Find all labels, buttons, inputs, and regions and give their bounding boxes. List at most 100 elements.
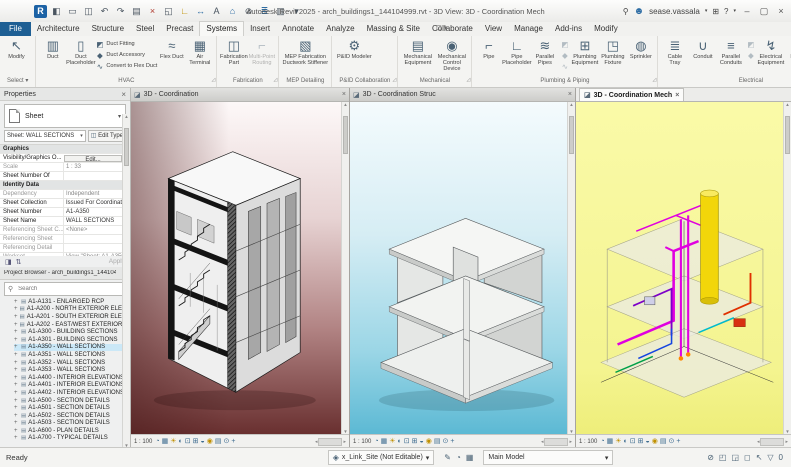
crop-view-icon[interactable]: ⊡ <box>404 436 410 448</box>
worksharing-display-icon[interactable]: ⊙ <box>668 436 674 448</box>
minimize-button[interactable]: – <box>741 6 753 16</box>
tool-parallel-conduits[interactable]: ≡ Parallel Conduits <box>717 38 744 66</box>
select-by-face-icon[interactable]: ◻ <box>744 453 751 462</box>
detail-level-icon[interactable]: ▦ <box>381 436 388 448</box>
expand-icon[interactable]: + <box>14 413 19 419</box>
properties-help-icon[interactable]: ◨ <box>5 258 12 266</box>
tool-duct-accessory[interactable]: ◆ Duct Accessory <box>95 50 157 60</box>
tool-device[interactable]: ◎ Device ▾ <box>785 38 791 65</box>
design-option-select[interactable]: Main Model ▾ <box>483 450 614 465</box>
temporary-hide-icon[interactable]: ◒ <box>200 436 204 448</box>
constraints-icon[interactable]: + <box>676 436 680 448</box>
sheet-tree-item[interactable]: + ▤ A1-A300 - BUILDING SECTIONS <box>14 328 130 336</box>
toggle-order-icon[interactable]: ⇅ <box>16 258 22 266</box>
print-icon[interactable]: ▤ <box>130 5 143 18</box>
user-menu[interactable]: sease.vassala <box>649 7 700 16</box>
tool-mep-fabrication-ductwork-stiffener[interactable]: ▧ MEP Fabrication Ductwork Stiffener <box>282 38 329 66</box>
modify-options-icon[interactable]: ⊡ ▾ <box>436 22 447 36</box>
user-menu-caret-icon[interactable]: ▾ <box>705 8 708 14</box>
scale-button[interactable]: 1 : 100 <box>353 439 371 445</box>
view-tab-coordination-struc[interactable]: ◪ 3D - Coordination Struc × <box>350 88 575 102</box>
visual-style-icon[interactable]: ◔ <box>155 436 159 448</box>
crop-view-icon[interactable]: ⊡ <box>185 436 191 448</box>
view-tile-coordination-struc[interactable]: ◪ 3D - Coordination Struc × ▲ ▼ 1: 100 … <box>350 88 575 448</box>
constraints-icon[interactable]: + <box>231 436 235 448</box>
sheet-tree-item[interactable]: + ▤ A1-A502 - SECTION DETAILS <box>14 412 130 420</box>
tool-pid-modeler[interactable]: ⚙ P&ID Modeler <box>335 38 373 60</box>
view-tile-coordination[interactable]: ◪ 3D - Coordination × ▲ ▼ 1: 100 ◔ ▦ ☀ … <box>131 88 349 448</box>
view-tile-coordination-mech[interactable]: ◪ 3D - Coordination Mech × ▲ ▼ 1: 100 ◔… <box>576 88 791 448</box>
expand-icon[interactable]: + <box>14 428 19 434</box>
sheet-tree-item[interactable]: + ▤ A1-A202 - EAST/WEST EXTERIOR ELEVAT <box>14 321 130 329</box>
expand-icon[interactable]: + <box>14 329 19 335</box>
worksets-dialog-icon[interactable]: ◔ <box>456 453 461 462</box>
tool-pipe[interactable]: ⌐ Pipe <box>475 38 502 60</box>
view-hscroll[interactable]: ◂ ▸ <box>757 437 788 446</box>
restore-button[interactable]: ▢ <box>758 6 770 17</box>
expand-icon[interactable]: + <box>14 375 19 381</box>
app-store-icon[interactable]: ⊞ <box>712 7 719 16</box>
expand-icon[interactable]: + <box>14 382 19 388</box>
sheet-tree-item[interactable]: + ▤ A1-A131 - ENLARGED RCP <box>14 298 130 306</box>
redo-icon[interactable]: ↷ <box>114 5 127 18</box>
select-pinned-icon[interactable]: ◲ <box>731 453 739 462</box>
tool-plumbing-equipment[interactable]: ⊞ Plumbing Equipment <box>571 38 599 66</box>
sheet-tree-item[interactable]: + ▤ A1-A352 - WALL SECTIONS <box>14 359 130 367</box>
open-icon[interactable]: ▭ <box>66 5 79 18</box>
temporary-view-properties-icon[interactable]: ▤ <box>434 436 441 448</box>
tool-pipe-fitting[interactable]: ◩ <box>559 39 570 49</box>
select-underlay-icon[interactable]: ◰ <box>719 453 727 462</box>
view-hscroll[interactable]: ◂ ▸ <box>315 437 346 446</box>
view-close-icon[interactable]: × <box>675 92 679 99</box>
sheet-tree-item[interactable]: + ▤ A1-A353 - WALL SECTIONS <box>14 366 130 374</box>
active-workset-select[interactable]: ◈ x_Link_Site (Not Editable) ▾ <box>327 450 435 465</box>
ribbon-tab[interactable]: Precast <box>160 22 199 36</box>
ribbon-tab[interactable]: Steel <box>130 22 160 36</box>
viewport-canvas-coordination[interactable]: ▲ ▼ <box>131 102 349 434</box>
reveal-hidden-icon[interactable]: ◉ <box>426 436 432 448</box>
show-crop-icon[interactable]: ⊞ <box>638 436 644 448</box>
sheet-tree-item[interactable]: + ▤ A1-A402 - INTERIOR ELEVATIONS <box>14 389 130 397</box>
tool-pipe-accessory[interactable]: ◆ <box>559 50 570 60</box>
expand-icon[interactable]: + <box>14 322 18 328</box>
help-caret-icon[interactable]: ▾ <box>733 8 736 14</box>
tool-fabrication-part[interactable]: ◫ Fabrication Part <box>220 38 248 66</box>
expand-icon[interactable]: + <box>14 306 18 312</box>
ribbon-tab[interactable]: File <box>0 22 31 36</box>
viewport-canvas-coordination-struc[interactable]: ▲ ▼ <box>350 102 575 434</box>
ribbon-tab[interactable]: Manage <box>508 22 549 36</box>
view-close-icon[interactable]: × <box>342 91 346 98</box>
sun-path-icon[interactable]: ☀ <box>389 436 395 448</box>
property-row[interactable]: Sheet Name WALL SECTIONS <box>0 217 130 226</box>
browser-search[interactable]: ⚲ <box>4 282 126 296</box>
property-row[interactable]: Identity Data <box>0 181 130 190</box>
type-selector[interactable]: Sheet ▾ <box>4 104 126 128</box>
switch-windows-icon[interactable]: ◧ <box>50 5 63 18</box>
property-row[interactable]: Visibility/Graphics O... Edit... <box>0 154 130 163</box>
reveal-hidden-icon[interactable]: ◉ <box>207 436 213 448</box>
viewport-canvas-coordination-mech[interactable]: ▲ ▼ <box>576 102 791 434</box>
editable-only-icon[interactable]: ✎ <box>444 453 451 462</box>
expand-icon[interactable]: + <box>14 390 19 396</box>
view-close-icon[interactable]: × <box>568 91 572 98</box>
property-row[interactable]: Dependency Independent <box>0 190 130 199</box>
view-tab-coordination-mech[interactable]: ◪ 3D - Coordination Mech × <box>576 88 791 102</box>
revit-app-button[interactable]: R <box>34 4 47 18</box>
sheet-tree-item[interactable]: + ▤ A1-A201 - SOUTH EXTERIOR ELEVATION <box>14 313 130 321</box>
tool-flex-pipe[interactable]: ∿ <box>559 61 570 71</box>
property-row[interactable]: Sheet Number Of <box>0 172 130 181</box>
ribbon-tab[interactable]: Systems <box>199 21 245 36</box>
tool-flex-duct[interactable]: ≈ Flex Duct <box>158 38 185 60</box>
expand-icon[interactable]: + <box>14 420 19 426</box>
properties-close-icon[interactable]: × <box>121 90 126 99</box>
view-vscroll[interactable]: ▲ ▼ <box>341 102 349 434</box>
scale-button[interactable]: 1 : 100 <box>134 439 152 445</box>
expand-icon[interactable]: + <box>14 314 18 320</box>
show-crop-icon[interactable]: ⊞ <box>412 436 418 448</box>
detail-level-icon[interactable]: ▦ <box>607 436 614 448</box>
tool-conduit[interactable]: ∪ Conduit <box>689 38 716 60</box>
tool-cable-tray[interactable]: ≣ Cable Tray <box>661 38 688 66</box>
tool-sprinkler[interactable]: ◍ Sprinkler <box>627 38 654 60</box>
tool-parallel-pipes[interactable]: ≋ Parallel Pipes <box>531 38 558 66</box>
aligned-dimension-icon[interactable]: ↔ <box>194 5 207 18</box>
